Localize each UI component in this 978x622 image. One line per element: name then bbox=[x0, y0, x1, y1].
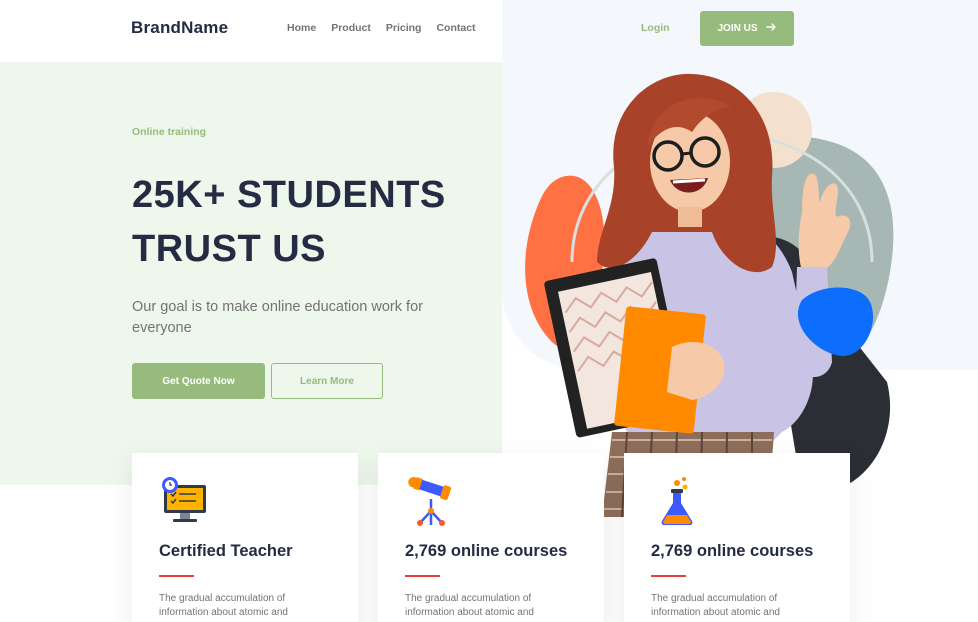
hero-eyebrow: Online training bbox=[132, 126, 207, 138]
computer-checklist-icon bbox=[158, 475, 212, 529]
feature-card-certified-teacher: Certified Teacher The gradual accumulati… bbox=[132, 453, 358, 622]
hero-subtitle: Our goal is to make online education wor… bbox=[132, 299, 423, 336]
feature-card-divider bbox=[159, 575, 194, 577]
feature-card-text: The gradual accumulation of information … bbox=[651, 593, 780, 618]
feature-card-title: Certified Teacher bbox=[159, 542, 293, 560]
feature-card-online-courses: 2,769 online courses The gradual accumul… bbox=[378, 453, 604, 622]
arrow-right-icon bbox=[765, 22, 777, 35]
hero-headline: 25K+ STUDENTS TRUST US bbox=[132, 168, 492, 276]
feature-card-text: The gradual accumulation of information … bbox=[159, 593, 288, 618]
login-link[interactable]: Login bbox=[641, 22, 670, 34]
feature-card-title: 2,769 online courses bbox=[651, 542, 814, 560]
feature-card-divider bbox=[405, 575, 440, 577]
main-nav: Home Product Pricing Contact bbox=[287, 22, 476, 34]
top-navbar: BrandName Home Product Pricing Contact bbox=[0, 0, 502, 62]
telescope-icon bbox=[404, 475, 458, 529]
feature-card-title: 2,769 online courses bbox=[405, 542, 568, 560]
learn-more-button[interactable]: Learn More bbox=[271, 363, 383, 399]
feature-card-online-courses-2: 2,769 online courses The gradual accumul… bbox=[624, 453, 850, 622]
join-us-button[interactable]: JOIN US bbox=[700, 11, 794, 46]
feature-card-text: The gradual accumulation of information … bbox=[405, 593, 534, 618]
nav-link-pricing[interactable]: Pricing bbox=[386, 22, 422, 34]
join-us-label: JOIN US bbox=[717, 23, 758, 34]
nav-link-product[interactable]: Product bbox=[331, 22, 371, 34]
flask-icon bbox=[650, 475, 704, 529]
nav-link-home[interactable]: Home bbox=[287, 22, 316, 34]
feature-card-divider bbox=[651, 575, 686, 577]
nav-link-contact[interactable]: Contact bbox=[436, 22, 475, 34]
hero-headline-line1: 25K+ STUDENTS bbox=[132, 174, 446, 216]
hero-headline-line2: TRUST US bbox=[132, 228, 326, 270]
get-quote-button[interactable]: Get Quote Now bbox=[132, 363, 265, 399]
brand-logo[interactable]: BrandName bbox=[131, 18, 228, 38]
